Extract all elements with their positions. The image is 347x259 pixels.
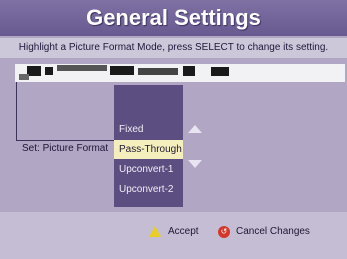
option-upconvert-2[interactable]: Upconvert-2 — [114, 180, 183, 199]
divider-line — [16, 140, 116, 141]
picture-format-strip — [15, 64, 345, 82]
red-circle-icon: ↺ — [218, 226, 230, 238]
glitch-block — [27, 66, 41, 76]
option-upconvert-1[interactable]: Upconvert-1 — [114, 160, 183, 179]
option-fixed[interactable]: Fixed — [114, 120, 183, 139]
setting-label: Set: Picture Format — [22, 143, 109, 154]
option-pass-through[interactable]: Pass-Through — [114, 140, 183, 159]
up-arrow-icon[interactable] — [188, 125, 202, 133]
down-arrow-icon[interactable] — [188, 160, 202, 168]
glitch-block — [19, 74, 29, 80]
glitch-block — [211, 67, 229, 76]
glitch-block — [45, 67, 53, 75]
footer-bar: Accept ↺ Cancel Changes — [0, 212, 347, 259]
instruction-bar: Highlight a Picture Format Mode, press S… — [0, 38, 347, 58]
glitch-block — [57, 65, 107, 71]
page-title: General Settings — [86, 5, 261, 30]
glitch-block — [138, 68, 178, 75]
accept-label[interactable]: Accept — [168, 226, 199, 237]
cancel-label[interactable]: Cancel Changes — [236, 226, 310, 237]
glitch-block — [110, 66, 134, 75]
glitch-block — [183, 66, 195, 76]
yellow-triangle-icon — [149, 226, 161, 237]
divider-line — [16, 82, 17, 140]
